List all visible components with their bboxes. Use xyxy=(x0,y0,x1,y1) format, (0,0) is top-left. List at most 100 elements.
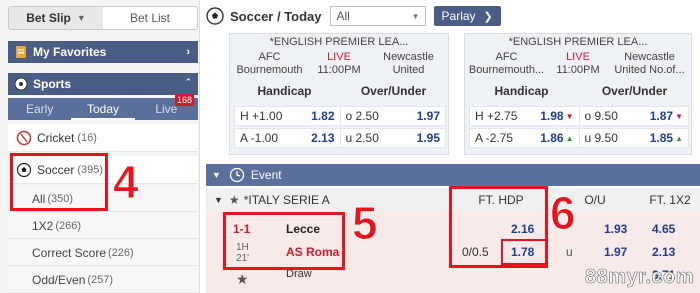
sport-item-count: (16) xyxy=(77,131,97,144)
away-line1: Newcastle xyxy=(624,51,675,63)
odds-cell-handicap[interactable]: H +2.75 1.98 ▼ xyxy=(470,107,579,125)
chevron-right-icon: ❯ xyxy=(483,10,493,23)
odds-row: H +2.75 1.98 ▼ o 9.50 1.87 ▼ xyxy=(469,106,689,126)
soccer-subitem-1x2[interactable]: 1X2 (266) xyxy=(8,213,198,239)
ou-line: u xyxy=(566,245,573,259)
card-teams: AFC Bournemouth... LIVE 11:00PM Newcastle U… xyxy=(465,51,691,77)
odds-label: H +1.00 xyxy=(240,109,283,123)
odds-cell-handicap[interactable]: A -1.00 2.13 xyxy=(235,129,340,147)
match-period: 1H xyxy=(236,242,249,253)
match-score: 1-1 xyxy=(233,222,251,236)
subitem-count: (350) xyxy=(47,192,74,205)
odds-value: 1.98 xyxy=(540,109,564,123)
sport-item-soccer[interactable]: Soccer (395) xyxy=(8,156,198,184)
subitem-label: Correct Score xyxy=(32,245,107,260)
soccer-ball-icon xyxy=(16,162,32,178)
star-icon[interactable]: ★ xyxy=(229,193,240,207)
odds-label: A -2.75 xyxy=(475,131,514,145)
ou-over-odds[interactable]: 1.93 xyxy=(604,222,627,236)
ou-under-odds[interactable]: 1.97 xyxy=(604,245,627,259)
odds-cell-over-under[interactable]: u 9.50 1.85 ▲ xyxy=(578,129,689,147)
sport-item-count: (395) xyxy=(77,163,104,176)
col-head-ft-1x2: FT. 1X2 xyxy=(649,193,691,207)
app-root: Bet Slip ▼ Bet List My Favorites › Sport… xyxy=(0,0,700,293)
odds-label: u 2.50 xyxy=(345,131,379,145)
subitem-label: 1X2 xyxy=(32,218,54,233)
soccer-ball-icon xyxy=(206,7,224,25)
away-line2: United xyxy=(392,64,425,76)
league-row[interactable]: ▼ ★ *ITALY SERIE A xyxy=(206,188,700,212)
top-bar: Soccer / Today All ▼ Parlay ❯ xyxy=(206,4,700,28)
sport-item-cricket[interactable]: Cricket (16) xyxy=(8,124,198,152)
x12-home-odds[interactable]: 4.65 xyxy=(652,222,675,236)
odds-cell-over-under[interactable]: o 9.50 1.87 ▼ xyxy=(578,107,689,125)
hdp-home-odds[interactable]: 2.16 xyxy=(511,222,534,236)
col-head-ou: O/U xyxy=(584,193,606,207)
filter-select[interactable]: All ▼ xyxy=(329,6,426,26)
cricket-icon xyxy=(16,130,32,146)
odds-cell-over-under[interactable]: u 2.50 1.95 xyxy=(339,129,446,147)
hdp-away-odds[interactable]: 1.78 xyxy=(511,245,534,259)
live-label: LIVE xyxy=(566,51,590,63)
odds-cell-handicap[interactable]: H +1.00 1.82 xyxy=(235,107,340,125)
tab-today[interactable]: Today xyxy=(71,98,135,120)
away-team: AS Roma xyxy=(286,245,340,259)
odds-value: 1.85 xyxy=(649,131,674,145)
time-subtabs: Early Today Live 168 xyxy=(8,94,198,120)
live-count-badge: 168 xyxy=(174,94,194,106)
collapse-triangle-icon: ▼ xyxy=(212,170,221,180)
tab-live[interactable]: Live 168 xyxy=(135,94,198,120)
card-league: *ENGLISH PREMIER LEA... xyxy=(508,36,648,48)
chevron-down-icon: ▼ xyxy=(411,11,420,21)
sports-header[interactable]: Sports ˆ xyxy=(8,73,198,95)
odds-row: A -2.75 1.86 ▲ u 9.50 1.85 ▲ xyxy=(469,128,689,148)
match-minute: 21' xyxy=(236,253,250,264)
card-teams: AFC Bournemouth LIVE 11:00PM Newcastle Unit… xyxy=(230,51,448,77)
featured-match-card[interactable]: *ENGLISH PREMIER LEA... AFC Bournemouth..… xyxy=(464,33,692,155)
home-line2: Bournemouth xyxy=(236,64,303,76)
card-home-team: AFC Bournemouth xyxy=(230,51,309,77)
soccer-subitem-odd-even[interactable]: Odd/Even (257) xyxy=(8,267,198,293)
odds-label: A -1.00 xyxy=(240,131,279,145)
bet-tabs: Bet Slip ▼ Bet List xyxy=(8,6,198,30)
odds-value: 1.95 xyxy=(416,131,440,145)
star-icon[interactable]: ★ xyxy=(236,271,249,288)
sports-ball-icon xyxy=(14,77,28,91)
tab-bet-list[interactable]: Bet List xyxy=(103,7,197,29)
away-line1: Newcastle xyxy=(383,51,434,63)
card-status: LIVE 11:00PM xyxy=(309,51,369,77)
over-under-header: Over/Under xyxy=(360,84,427,98)
tab-bet-slip[interactable]: Bet Slip ▼ xyxy=(9,7,103,29)
soccer-subitem-all[interactable]: All (350) xyxy=(8,186,198,212)
event-header[interactable]: ▼ Event xyxy=(206,164,700,186)
away-line2: United No.of... xyxy=(614,64,685,76)
page-title: Soccer / Today xyxy=(230,8,322,24)
soccer-subitem-correct-score[interactable]: Correct Score (226) xyxy=(8,240,198,266)
x12-away-odds[interactable]: 2.13 xyxy=(652,245,675,259)
league-name: *ITALY SERIE A xyxy=(243,193,330,207)
sport-item-label: Cricket xyxy=(37,130,75,145)
subitem-count: (266) xyxy=(55,219,82,232)
subitem-count: (226) xyxy=(108,246,134,259)
handicap-header: Handicap xyxy=(257,84,312,98)
chevron-right-icon: › xyxy=(186,46,190,58)
card-status: LIVE 11:00PM xyxy=(548,51,608,77)
featured-match-card[interactable]: *ENGLISH PREMIER LEA... AFC Bournemouth L… xyxy=(229,33,449,155)
card-home-team: AFC Bournemouth... xyxy=(465,51,548,77)
step-number-6: 6 xyxy=(550,187,577,239)
favorites-icon xyxy=(14,45,28,59)
match-time: 11:00PM xyxy=(317,64,361,76)
odds-cell-over-under[interactable]: o 2.50 1.97 xyxy=(339,107,446,125)
parlay-button[interactable]: Parlay ❯ xyxy=(433,6,501,26)
odds-cell-handicap[interactable]: A -2.75 1.86 ▲ xyxy=(470,129,579,147)
home-team: Lecce xyxy=(286,222,321,236)
tab-early-label: Early xyxy=(25,102,54,116)
my-favorites-header[interactable]: My Favorites › xyxy=(8,41,198,63)
market-headers: Handicap Over/Under xyxy=(465,84,691,98)
collapse-triangle-icon: ▼ xyxy=(214,195,223,205)
tab-early[interactable]: Early xyxy=(8,98,71,120)
tab-today-label: Today xyxy=(86,102,119,116)
parlay-label: Parlay xyxy=(441,9,476,23)
tab-bet-list-label: Bet List xyxy=(129,11,171,25)
odds-down-arrow-icon: ▼ xyxy=(565,111,574,121)
